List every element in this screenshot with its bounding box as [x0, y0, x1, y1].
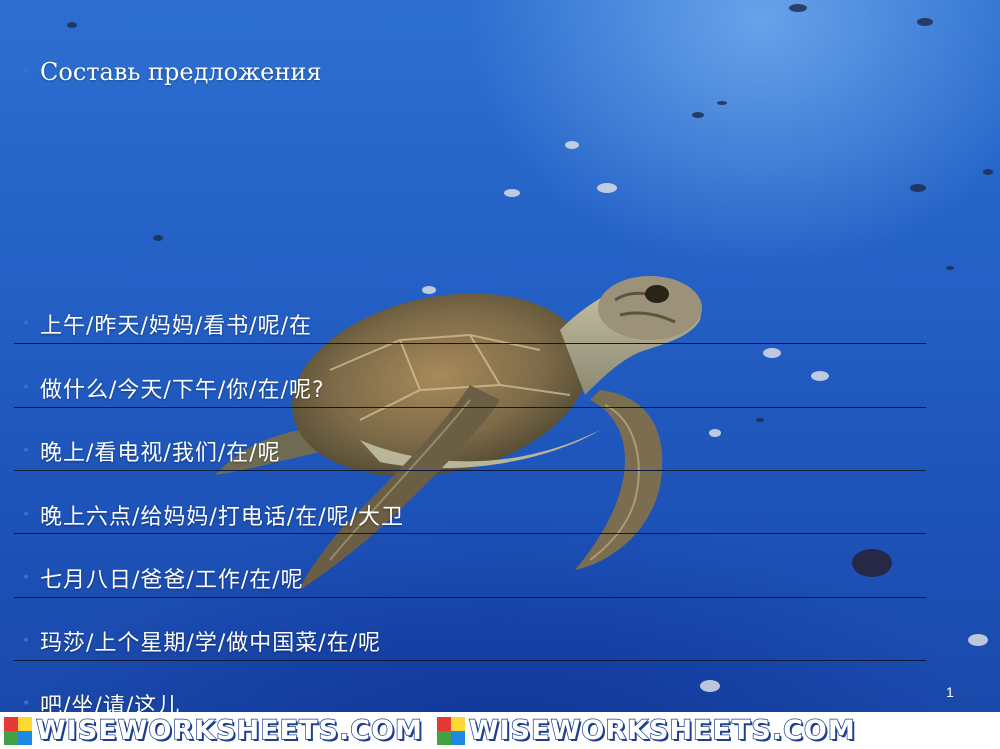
answer-line — [14, 470, 926, 471]
watermark: WISEWORKSHEETS.COM — [4, 714, 423, 747]
slide-title-row: • Составь предложения — [22, 58, 322, 86]
answer-line — [14, 597, 926, 598]
bullet-icon: • — [22, 633, 31, 649]
watermark-text: WISEWORKSHEETS.COM — [35, 714, 423, 746]
bullet-icon: • — [22, 443, 31, 459]
list-item: • 玛莎/上个星期/学/做中国菜/在/呢 — [22, 621, 926, 661]
wiseworksheets-logo-icon — [4, 716, 32, 745]
answer-line — [14, 343, 926, 344]
list-item: • 上午/昨天/妈妈/看书/呢/在 — [22, 304, 926, 344]
list-item: • 晚上六点/给妈妈/打电话/在/呢/大卫 — [22, 495, 926, 535]
page-number: 1 — [946, 684, 954, 700]
list-item: • 做什么/今天/下午/你/在/呢? — [22, 368, 926, 408]
list-item-text: 晚上/看电视/我们/在/呢 — [40, 441, 281, 466]
list-item: • 晚上/看电视/我们/在/呢 — [22, 431, 926, 471]
watermark: WISEWORKSHEETS.COM — [436, 714, 856, 747]
list-item-text: 晚上六点/给妈妈/打电话/在/呢/大卫 — [40, 505, 405, 530]
bullet-icon: • — [22, 380, 31, 396]
slide-title: Составь предложения — [40, 58, 322, 86]
bullet-icon: • — [22, 316, 31, 332]
watermark-footer: WISEWORKSHEETS.COM WISEWORKSHEETS.COM — [0, 712, 1000, 749]
list-item-text: 七月八日/爸爸/工作/在/呢 — [40, 568, 304, 593]
slide: • Составь предложения • 上午/昨天/妈妈/看书/呢/在 … — [0, 0, 1000, 749]
list-item-text: 做什么/今天/下午/你/在/呢? — [40, 378, 325, 403]
bullet-icon: • — [22, 64, 31, 80]
list-item: • 七月八日/爸爸/工作/在/呢 — [22, 558, 926, 598]
bullet-icon: • — [22, 507, 31, 523]
bullet-icon: • — [22, 570, 31, 586]
answer-line — [14, 533, 926, 534]
answer-line — [14, 407, 926, 408]
answer-line — [14, 660, 926, 661]
watermark-text: WISEWORKSHEETS.COM — [468, 714, 856, 746]
bullet-icon: • — [22, 696, 31, 712]
list-item-text: 玛莎/上个星期/学/做中国菜/在/呢 — [40, 631, 382, 656]
list-item-text: 上午/昨天/妈妈/看书/呢/在 — [40, 314, 313, 339]
wiseworksheets-logo-icon — [436, 716, 465, 745]
fish-school — [67, 4, 993, 577]
